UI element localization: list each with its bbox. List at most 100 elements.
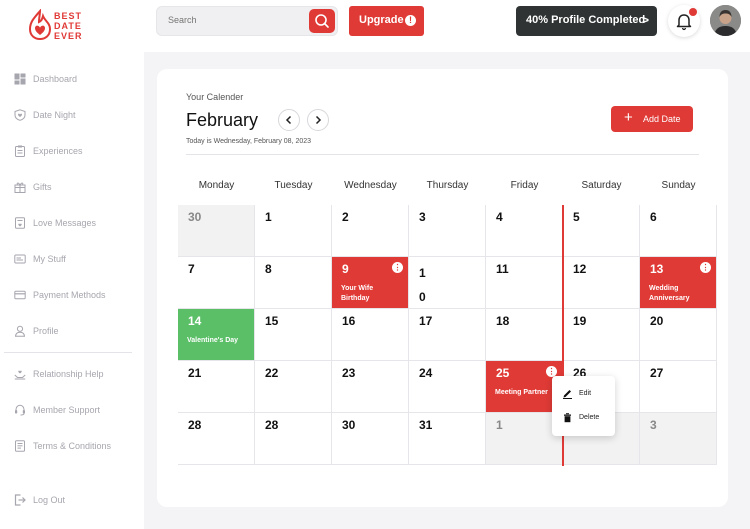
sidebar-item-label: Profile [33, 326, 59, 336]
search-icon [315, 14, 329, 28]
sidebar-divider [4, 352, 132, 353]
chevron-left-icon [285, 115, 292, 125]
search-box [156, 6, 338, 36]
calendar-day-cell[interactable]: 30 [332, 413, 409, 465]
pencil-icon [563, 390, 572, 399]
day-number: 3 [650, 418, 657, 432]
calendar-day-cell[interactable]: 7 [178, 257, 255, 309]
header-divider [186, 154, 699, 155]
weekday-header: Thursday [426, 180, 469, 191]
calendar-day-cell[interactable]: 21 [178, 361, 255, 413]
flame-heart-icon [28, 9, 52, 41]
chevron-right-icon: > [641, 13, 649, 27]
profile-completion-label: 40% Profile Completed [526, 14, 646, 26]
calendar-day-cell[interactable]: 24 [409, 361, 486, 413]
calendar-day-cell[interactable]: 27 [640, 361, 717, 413]
month-title: February [186, 110, 259, 130]
calendar-day-cell[interactable]: 30 [178, 205, 255, 257]
brand-wordmark: BEST DATE EVER [54, 11, 83, 41]
day-number: 31 [419, 418, 433, 432]
hands-heart-icon [14, 370, 26, 380]
alert-icon: ! [405, 15, 416, 26]
calendar-day-cell[interactable]: 4 [486, 205, 563, 257]
more-options-icon[interactable]: ⋮ [392, 262, 403, 273]
calendar-day-cell[interactable]: 12 [563, 257, 640, 309]
sidebar-item-label: Relationship Help [33, 369, 104, 379]
calendar-day-cell[interactable]: 8 [255, 257, 332, 309]
day-number: 30 [342, 418, 356, 432]
day-number: 1 [419, 266, 426, 280]
sidebar-item-label: Love Messages [33, 218, 97, 228]
next-month-button[interactable] [307, 109, 329, 131]
day-number: 16 [342, 314, 356, 328]
day-number: 17 [419, 314, 433, 328]
calendar-day-cell[interactable]: 16 [332, 309, 409, 361]
dashboard-icon [14, 73, 26, 85]
calendar-day-cell[interactable]: 10 [409, 257, 486, 309]
sidebar-item-label: Experiences [33, 146, 83, 156]
calendar-day-cell[interactable]: 20 [640, 309, 717, 361]
calendar-day-cell[interactable]: 3 [640, 413, 717, 465]
day-number: 19 [573, 314, 587, 328]
profile-completion-button[interactable]: 40% Profile Completed > [516, 6, 657, 36]
day-number: 18 [496, 314, 510, 328]
event-context-menu: Edit Delete [552, 376, 615, 436]
day-number: 13 [650, 262, 664, 276]
day-number: 11 [496, 262, 509, 276]
weekday-header: Friday [510, 180, 539, 191]
headset-icon [15, 404, 25, 416]
search-button[interactable] [309, 9, 335, 33]
calendar-event-cell[interactable]: 14 Valentine's Day [178, 309, 255, 361]
day-number: 3 [419, 210, 426, 224]
day-number: 12 [573, 262, 587, 276]
avatar[interactable] [710, 5, 741, 36]
calendar-day-cell[interactable]: 23 [332, 361, 409, 413]
calendar-event-cell[interactable]: 13 Wedding Anniversary ⋮ [640, 257, 717, 309]
calendar-day-cell[interactable]: 1 [255, 205, 332, 257]
notification-badge [689, 8, 697, 16]
calendar-day-cell[interactable]: 5 [563, 205, 640, 257]
calendar-day-cell[interactable]: 6 [640, 205, 717, 257]
more-options-icon[interactable]: ⋮ [700, 262, 711, 273]
weekday-header: Sunday [661, 180, 696, 191]
event-label: Your Wife Birthday [341, 285, 374, 302]
sidebar-item-label: My Stuff [33, 254, 66, 264]
weekday-header: Wednesday [344, 180, 397, 191]
calendar-day-cell[interactable]: 19 [563, 309, 640, 361]
calendar-day-cell[interactable]: 18 [486, 309, 563, 361]
calendar-day-cell[interactable]: 3 [409, 205, 486, 257]
search-input[interactable] [168, 15, 298, 25]
sidebar-item-label: Member Support [33, 405, 101, 415]
calendar-day-cell[interactable]: 2 [332, 205, 409, 257]
calendar-day-cell[interactable]: 15 [255, 309, 332, 361]
notifications-button[interactable] [668, 5, 700, 37]
day-number: 14 [188, 314, 202, 328]
add-date-label: Add Date [643, 114, 681, 124]
upgrade-button[interactable]: Upgrade ! [349, 6, 424, 36]
top-bar: BEST DATE EVER Upgrade ! 40% Profile Com… [0, 0, 750, 52]
weekday-header: Saturday [581, 180, 622, 191]
calendar-event-cell[interactable]: 9 Your Wife Birthday ⋮ [332, 257, 409, 309]
calendar-day-cell[interactable]: 17 [409, 309, 486, 361]
day-number: 28 [188, 418, 202, 432]
calendar-day-cell[interactable]: 28 [178, 413, 255, 465]
edit-label: Edit [579, 390, 592, 397]
sidebar-item-label: Log Out [33, 495, 66, 505]
calendar-day-cell[interactable]: 11 [486, 257, 563, 309]
plus-icon: + [624, 109, 633, 126]
weekday-header: Tuesday [274, 180, 313, 191]
day-number: 6 [650, 210, 657, 224]
gift-icon [14, 182, 26, 193]
calendar-day-cell[interactable]: 22 [255, 361, 332, 413]
chevron-right-icon [315, 115, 322, 125]
add-date-button[interactable]: + Add Date [611, 106, 693, 132]
day-number: 22 [265, 366, 279, 380]
shield-heart-icon [14, 109, 26, 121]
calendar-day-cell[interactable]: 31 [409, 413, 486, 465]
prev-month-button[interactable] [278, 109, 300, 131]
weekday-header: Monday [198, 180, 235, 191]
brand-logo[interactable]: BEST DATE EVER [28, 9, 98, 43]
message-icon [15, 217, 25, 229]
calendar-day-cell[interactable]: 28 [255, 413, 332, 465]
trash-icon [564, 413, 571, 423]
